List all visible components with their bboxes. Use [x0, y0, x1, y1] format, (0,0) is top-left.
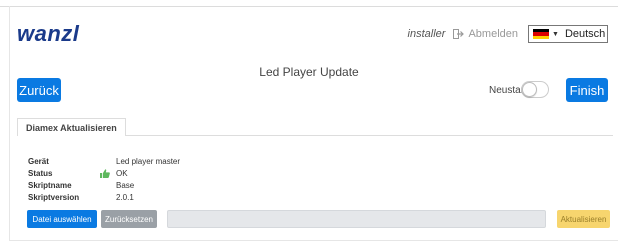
info-row-script-version: Skriptversion 2.0.1 [28, 191, 180, 203]
logout-link[interactable]: Abmelden [453, 28, 518, 40]
restart-toggle[interactable] [521, 81, 549, 98]
choose-file-button[interactable]: Datei auswählen [27, 210, 97, 228]
status-value: OK [116, 168, 128, 178]
update-button[interactable]: Aktualisieren [557, 210, 610, 228]
upload-progress-bar [167, 210, 546, 228]
device-label: Gerät [28, 156, 49, 166]
sign-out-icon [453, 29, 465, 39]
wanzl-logo: wanzl [17, 21, 80, 46]
bottom-border [9, 240, 618, 241]
language-select[interactable]: ▼ Deutsch [528, 25, 608, 43]
toggle-knob [522, 82, 537, 97]
language-value: Deutsch [564, 28, 606, 40]
device-value: Led player master [116, 156, 181, 166]
reset-button[interactable]: Zurücksetzen [101, 210, 157, 228]
script-name-label: Skriptname [28, 180, 72, 190]
finish-button[interactable]: Finish [566, 78, 608, 102]
back-button[interactable]: Zurück [17, 78, 61, 102]
logout-label: Abmelden [468, 28, 518, 40]
script-version-value: 2.0.1 [116, 192, 134, 202]
info-row-device: Gerät Led player master [28, 155, 180, 167]
device-info: Gerät Led player master Status OK Skript… [28, 155, 180, 203]
script-version-label: Skriptversion [28, 192, 80, 202]
current-user: installer [407, 28, 446, 40]
german-flag-icon [533, 29, 549, 39]
tab-diamex-update[interactable]: Diamex Aktualisieren [17, 118, 126, 136]
chevron-down-icon: ▼ [552, 30, 559, 38]
app-header: wanzl installer Abmelden ▼ Deutsch [9, 7, 618, 52]
thumbs-up-icon [100, 168, 110, 178]
script-name-value: Base [116, 180, 135, 190]
header-user-area: installer Abmelden ▼ Deutsch [408, 23, 608, 45]
info-row-script-name: Skriptname Base [28, 179, 180, 191]
info-row-status: Status OK [28, 167, 180, 179]
status-label: Status [28, 168, 53, 178]
page-title: Led Player Update [259, 65, 359, 79]
